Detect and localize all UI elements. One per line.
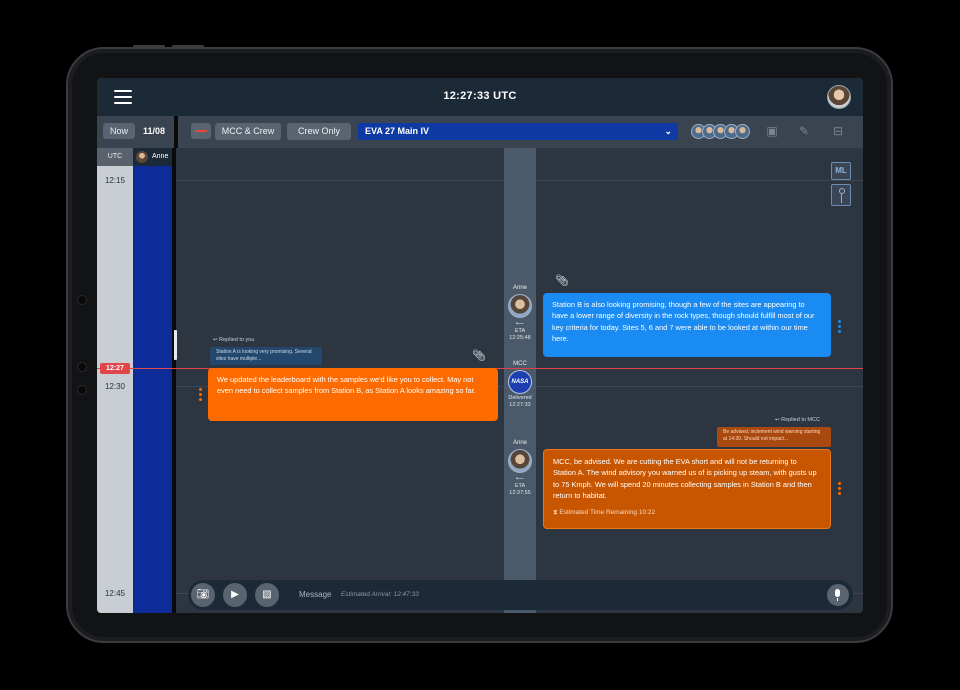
chevron-down-icon: ⌄ bbox=[664, 126, 672, 136]
time-label: 12:15 bbox=[104, 176, 126, 185]
time-label: 12:45 bbox=[104, 589, 126, 598]
crew-avatar-group[interactable] bbox=[691, 124, 751, 140]
tablet-top-button-2 bbox=[172, 45, 204, 48]
tablet-camera bbox=[77, 362, 87, 372]
ml-button[interactable]: ML bbox=[831, 162, 851, 180]
top-bar: 12:27:33 UTC bbox=[97, 78, 863, 116]
kebab-menu-icon[interactable] bbox=[838, 320, 842, 335]
reply-indicator: ↩ Replied to MCC bbox=[775, 417, 820, 423]
sender-name: MCC bbox=[513, 361, 527, 367]
edit-icon[interactable]: ✎ bbox=[797, 124, 811, 138]
reply-indicator: ↩ Replied to you bbox=[213, 337, 254, 343]
tablet-side-sensor bbox=[77, 295, 87, 305]
message-bubble[interactable]: We updated the leaderboard with the samp… bbox=[208, 368, 498, 421]
message-meta: ⟵ ETA 12:25:48 bbox=[497, 321, 543, 342]
crew-timeline-track bbox=[133, 148, 172, 613]
toolbar: Now 11/08 MCC & Crew Crew Only EVA 27 Ma… bbox=[97, 116, 863, 148]
eta-label: ETA bbox=[514, 328, 526, 334]
now-button[interactable]: Now bbox=[103, 123, 135, 139]
utc-header: UTC bbox=[97, 148, 133, 166]
message-composer: 📷︎ ▶ ▧ Message Estimated Arrival: 12:47:… bbox=[188, 580, 853, 610]
message-input[interactable]: Message bbox=[299, 590, 331, 599]
app-screen: 12:27:33 UTC Now 11/08 MCC & Crew Crew O… bbox=[97, 78, 863, 613]
reply-label: Replied to you bbox=[219, 337, 255, 343]
message-bubble[interactable]: MCC, be advised. We are cutting the EVA … bbox=[543, 449, 831, 529]
toolbar-divider bbox=[174, 116, 178, 148]
tablet-side-sensor-2 bbox=[77, 385, 87, 395]
image-icon[interactable]: ▧ bbox=[255, 583, 279, 607]
message-time: 12:25:48 bbox=[509, 335, 531, 341]
avatar bbox=[136, 151, 148, 163]
arrow-icon: ⟵ bbox=[516, 476, 524, 482]
camera-icon[interactable]: 📷︎ bbox=[191, 583, 215, 607]
sender-name: Anne bbox=[512, 285, 527, 291]
pin-icon[interactable] bbox=[831, 184, 851, 206]
delivery-status: Delivered bbox=[508, 395, 532, 401]
channel-select[interactable]: EVA 27 Main IV ⌄ bbox=[358, 123, 678, 140]
channel-label: EVA 27 Main IV bbox=[365, 126, 430, 136]
utc-clock: 12:27:33 UTC bbox=[443, 90, 517, 102]
filter-crew-only-button[interactable]: Crew Only bbox=[287, 123, 351, 140]
estimated-arrival-hint: Estimated Arrival: 12:47:33 bbox=[341, 591, 419, 598]
video-icon[interactable]: ▶ bbox=[223, 583, 247, 607]
record-icon[interactable] bbox=[191, 123, 211, 139]
date-label: 11/08 bbox=[143, 126, 166, 136]
arrow-icon: ⟵ bbox=[516, 321, 524, 327]
kebab-menu-icon[interactable] bbox=[838, 482, 842, 497]
timeline-controls: Now 11/08 bbox=[97, 116, 174, 148]
timeline-scrubber[interactable] bbox=[174, 330, 177, 360]
utc-timeline[interactable]: UTC 12:15 12:30 12:45 bbox=[97, 148, 133, 613]
reply-quote: Station A is looking very promising. Sev… bbox=[210, 347, 322, 365]
estimate-line: ⧗ Estimated Time Remaining 10:22 bbox=[553, 507, 821, 518]
paperclip-icon[interactable]: 📎︎ bbox=[472, 349, 486, 362]
reply-quote: Be advised, inclement wind warning start… bbox=[717, 427, 831, 447]
avatar[interactable] bbox=[508, 294, 532, 318]
sender-name: Anne bbox=[512, 440, 527, 446]
user-avatar[interactable] bbox=[827, 85, 851, 109]
eta-label: ETA bbox=[514, 483, 526, 489]
paperclip-icon[interactable]: 📎︎ bbox=[555, 274, 569, 287]
avatar[interactable] bbox=[508, 449, 532, 473]
crew-timeline-header: Anne bbox=[133, 148, 172, 166]
message-bubble[interactable]: Station B is also looking promising, tho… bbox=[543, 293, 831, 357]
message-meta: Delivered 12:27:33 bbox=[497, 395, 543, 409]
crew-name: Anne bbox=[152, 153, 169, 160]
time-label: 12:30 bbox=[104, 382, 126, 391]
timeline-divider bbox=[172, 148, 176, 613]
crew-avatar bbox=[735, 124, 750, 139]
message-meta: ⟵ ETA 12:37:55 bbox=[497, 476, 543, 497]
filter-mcc-crew-button[interactable]: MCC & Crew bbox=[215, 123, 281, 140]
message-time: 12:27:33 bbox=[509, 402, 531, 408]
microphone-icon[interactable] bbox=[827, 584, 849, 606]
tablet-top-button bbox=[133, 45, 165, 48]
message-time: 12:37:55 bbox=[509, 490, 531, 496]
kebab-menu-icon[interactable] bbox=[199, 388, 203, 403]
archive-icon[interactable]: ⊟ bbox=[831, 124, 845, 138]
current-time-marker: 12:27 bbox=[100, 363, 130, 374]
notes-icon[interactable]: ▣ bbox=[765, 124, 779, 138]
nasa-logo-avatar[interactable]: NASA bbox=[508, 370, 532, 394]
reply-label: Replied to MCC bbox=[781, 417, 820, 423]
message-text: MCC, be advised. We are cutting the EVA … bbox=[553, 457, 817, 501]
estimate-text: Estimated Time Remaining 10:22 bbox=[559, 508, 656, 516]
